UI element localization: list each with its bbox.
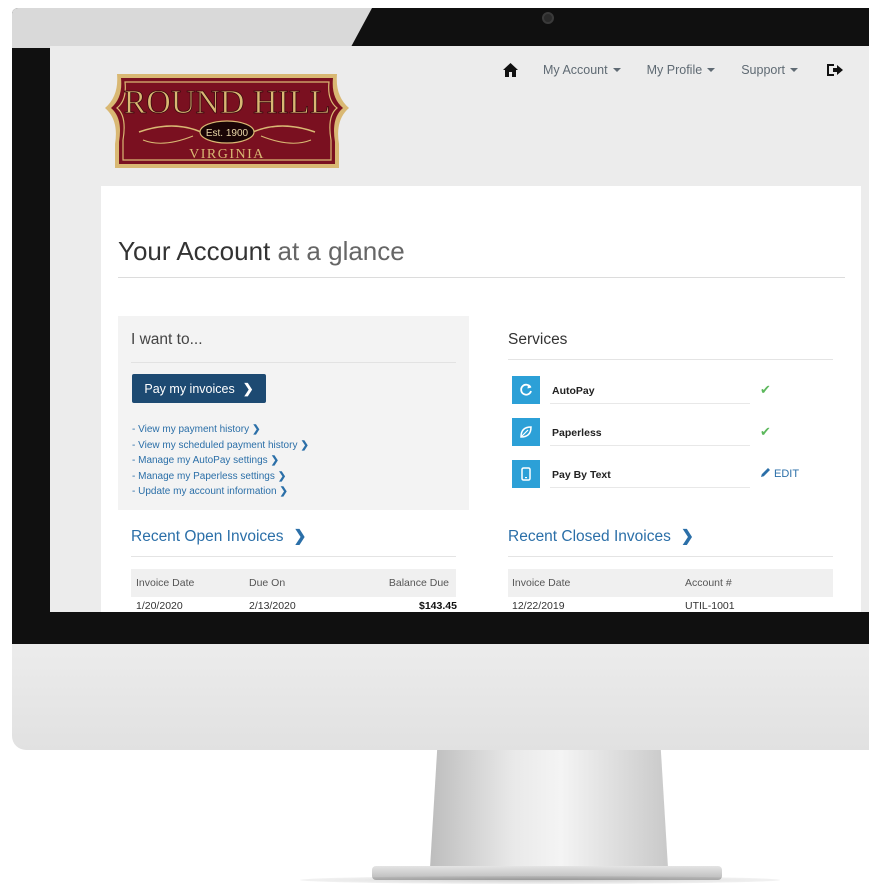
bezel-reflection [12, 8, 372, 48]
svg-text:Est. 1900: Est. 1900 [206, 128, 249, 139]
chevron-right-icon: ❯ [252, 424, 261, 435]
caret-down-icon [612, 68, 621, 72]
dashboard-panel: Your Account at a glance I want to... Pa… [101, 186, 861, 612]
edit-label: EDIT [774, 468, 800, 480]
mobile-phone-icon [512, 460, 540, 488]
column-header: Invoice Date [512, 577, 571, 589]
nav-my-profile[interactable]: My Profile [634, 56, 729, 84]
page-title-subtitle: at a glance [277, 236, 405, 266]
sign-out-icon[interactable] [815, 56, 855, 84]
nav-support-label: Support [741, 63, 785, 77]
section-heading: Recent Closed Invoices [508, 528, 671, 545]
column-header: Invoice Date [136, 577, 195, 589]
table-cell: $143.45 [419, 600, 457, 612]
link-manage-paperless[interactable]: - Manage my Paperless settings ❯ [132, 469, 309, 485]
quick-actions-heading: I want to... [131, 331, 203, 348]
divider [550, 487, 750, 488]
leaf-icon [512, 418, 540, 446]
caret-down-icon [789, 68, 798, 72]
link-label: - Manage my AutoPay settings [132, 455, 268, 467]
column-header: Account # [685, 577, 732, 589]
service-label: Paperless [552, 427, 602, 439]
divider [508, 556, 833, 557]
chevron-right-icon: ❯ [293, 528, 307, 545]
nav-support[interactable]: Support [728, 56, 811, 84]
service-label: AutoPay [552, 385, 595, 397]
page-title-main: Your Account [118, 236, 271, 266]
top-navigation: My Account My Profile Support [490, 56, 855, 84]
home-icon[interactable] [490, 56, 530, 84]
recent-open-invoices-link[interactable]: Recent Open Invoices ❯ [131, 527, 307, 546]
chevron-right-icon: ❯ [242, 380, 254, 396]
column-header: Due On [249, 577, 286, 589]
check-icon: ✔ [760, 382, 771, 397]
pay-invoices-label: Pay my invoices [144, 381, 235, 396]
service-label: Pay By Text [552, 469, 611, 481]
divider [550, 445, 750, 446]
service-row-paperless: Paperless ✔ [512, 418, 822, 448]
column-header: Balance Due [388, 577, 449, 589]
chevron-right-icon: ❯ [300, 439, 309, 451]
chevron-right-icon: ❯ [680, 528, 694, 545]
monitor-chin [12, 644, 869, 750]
monitor-stand [430, 750, 668, 868]
quick-links-list: - View my payment history ❯ - View my sch… [132, 422, 309, 500]
section-heading: Recent Open Invoices [131, 528, 284, 545]
check-icon: ✔ [760, 424, 771, 439]
link-manage-autopay[interactable]: - Manage my AutoPay settings ❯ [132, 453, 309, 469]
chevron-right-icon: ❯ [279, 486, 288, 498]
link-label: - Update my account information [132, 486, 277, 498]
table-cell: 12/22/2019 [512, 600, 565, 612]
refresh-icon [512, 376, 540, 404]
services-heading: Services [508, 331, 568, 348]
chevron-right-icon: ❯ [270, 455, 280, 467]
open-invoices-table-header: Invoice Date Due On Balance Due [131, 569, 456, 597]
webcam [542, 12, 554, 24]
pay-invoices-button[interactable]: Pay my invoices ❯ [132, 374, 266, 403]
browser-screen: ROUND HILL Est. 1900 VIRGINIA My Account… [50, 46, 869, 612]
divider [131, 556, 456, 557]
link-label: - View my scheduled payment history [132, 439, 298, 451]
divider [550, 403, 750, 404]
link-view-payment-history[interactable]: - View my payment history ❯ [132, 422, 309, 438]
link-update-account-info[interactable]: - Update my account information ❯ [132, 484, 309, 500]
round-hill-logo: ROUND HILL Est. 1900 VIRGINIA [105, 74, 349, 168]
service-row-autopay: AutoPay ✔ [512, 376, 822, 406]
link-label: - Manage my Paperless settings [132, 470, 275, 482]
closed-invoices-table-header: Invoice Date Account # [508, 569, 833, 597]
stand-shadow [300, 876, 780, 884]
table-cell: 2/13/2020 [249, 600, 296, 612]
caret-down-icon [707, 68, 716, 72]
divider [118, 277, 845, 278]
divider [131, 362, 456, 363]
page-title: Your Account at a glance [118, 236, 405, 267]
table-cell: UTIL-1001 [685, 600, 735, 612]
table-cell: 1/20/2020 [136, 600, 183, 612]
edit-pay-by-text-link[interactable]: EDIT [760, 467, 799, 480]
svg-text:ROUND HILL: ROUND HILL [124, 84, 331, 121]
monitor-mockup: ROUND HILL Est. 1900 VIRGINIA My Account… [0, 0, 869, 884]
recent-closed-invoices-link[interactable]: Recent Closed Invoices ❯ [508, 527, 694, 546]
chevron-right-icon: ❯ [277, 470, 287, 482]
divider [508, 359, 833, 360]
nav-my-account[interactable]: My Account [530, 56, 634, 84]
nav-my-profile-label: My Profile [646, 63, 703, 77]
link-label: - View my payment history [132, 424, 250, 435]
nav-my-account-label: My Account [543, 63, 608, 77]
quick-actions-box: I want to... Pay my invoices ❯ - View my … [118, 316, 469, 510]
service-row-pay-by-text: Pay By Text EDIT [512, 460, 822, 490]
pencil-icon [761, 468, 770, 477]
link-view-scheduled-payment-history[interactable]: - View my scheduled payment history ❯ [132, 438, 309, 454]
svg-text:VIRGINIA: VIRGINIA [189, 147, 265, 162]
